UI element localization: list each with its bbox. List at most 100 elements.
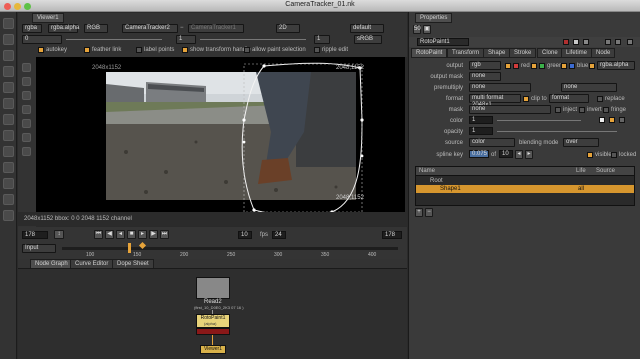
gain-slider[interactable]	[66, 39, 162, 40]
current-frame-field[interactable]: 178	[22, 231, 48, 239]
input-a-select[interactable]: CameraTracker2	[122, 24, 178, 33]
node-name-field[interactable]: RotoPaint1	[417, 38, 469, 46]
prev-key-button[interactable]: ◀	[105, 230, 114, 239]
output-select[interactable]: rgb	[469, 61, 501, 70]
dodge-tool-icon[interactable]	[3, 114, 14, 125]
clip-to-checkbox[interactable]	[523, 96, 529, 102]
tab-viewer1[interactable]: Viewer1	[32, 13, 64, 23]
tab-properties[interactable]: Properties	[415, 13, 453, 23]
blue-checkbox[interactable]	[561, 63, 567, 69]
last-frame-button[interactable]: ⏭	[160, 230, 169, 239]
blending-mode-select[interactable]: over	[563, 138, 599, 147]
remove-layer-button[interactable]: −	[425, 208, 433, 217]
output-mask-select[interactable]: none	[469, 72, 501, 81]
dodge-icon[interactable]	[22, 147, 31, 156]
locked-checkbox[interactable]	[611, 152, 617, 158]
red-checkbox[interactable]	[505, 63, 511, 69]
alpha-checkbox[interactable]	[589, 63, 595, 69]
inject-checkbox[interactable]	[555, 107, 561, 113]
alpha-channel-select[interactable]: rgba.alpha	[597, 61, 635, 70]
clone-tool-icon[interactable]	[3, 82, 14, 93]
sphere-tool-icon[interactable]	[3, 162, 14, 173]
autokey-checkbox[interactable]	[38, 47, 44, 53]
tab-clone[interactable]: Clone	[537, 48, 563, 58]
colorspace-select[interactable]: sRGB	[354, 35, 382, 44]
opacity-field[interactable]: 1	[469, 127, 493, 135]
select-tool-icon[interactable]	[3, 18, 14, 29]
pointer-icon[interactable]	[22, 63, 31, 72]
brush-icon[interactable]	[22, 91, 31, 100]
bars-tool-icon[interactable]	[3, 210, 14, 221]
pen-icon[interactable]	[22, 77, 31, 86]
blur-icon[interactable]	[22, 133, 31, 142]
timeline-zoom-button[interactable]: ↕	[54, 230, 64, 239]
tab-stroke[interactable]: Stroke	[509, 48, 537, 58]
visible-checkbox[interactable]	[587, 152, 593, 158]
bezier-tool-icon[interactable]	[3, 50, 14, 61]
playhead-marker[interactable]	[128, 243, 131, 253]
lut-select[interactable]: default	[350, 24, 384, 33]
tag-tool-icon[interactable]	[3, 178, 14, 189]
spline-key-field[interactable]: 0.075	[469, 150, 489, 158]
gamma-slider[interactable]	[200, 39, 306, 40]
end-frame-field[interactable]: 178	[382, 231, 402, 239]
color-picker-icon[interactable]	[609, 117, 615, 123]
node-swatch-2[interactable]	[573, 39, 579, 45]
tab-transform[interactable]: Transform	[447, 48, 485, 58]
format-select[interactable]: multi format 2048x1	[469, 94, 521, 108]
premultiply-right-select[interactable]: none	[561, 83, 617, 92]
stop-button[interactable]: ■	[127, 230, 136, 239]
brush-tool-icon[interactable]	[3, 66, 14, 77]
timeline-track[interactable]	[62, 247, 398, 250]
node-graph-canvas[interactable]: Read2 (first_10_D0E0_2K3 07 16 ) RotoPai…	[18, 268, 407, 359]
float-panel-icon[interactable]	[605, 39, 611, 45]
tree-row-root[interactable]: Root	[416, 177, 634, 185]
input-range-select[interactable]: Input	[22, 244, 56, 253]
drop-tool-icon[interactable]	[3, 146, 14, 157]
step-field[interactable]: 10	[238, 231, 252, 239]
view-mode-select[interactable]: 2D	[276, 24, 300, 33]
fringe-checkbox[interactable]	[603, 107, 609, 113]
ab-switch[interactable]: −	[180, 24, 184, 32]
play-forward-button[interactable]: ▸	[138, 230, 147, 239]
color-field[interactable]: 1	[469, 116, 493, 124]
prev-key-icon[interactable]: ◂	[515, 150, 523, 159]
feather-link-checkbox[interactable]	[84, 47, 90, 53]
replace-checkbox[interactable]	[597, 96, 603, 102]
next-key-icon[interactable]: ▸	[525, 150, 533, 159]
alpha-channel-select[interactable]: rgba.alpha	[48, 24, 79, 33]
fps-field[interactable]: 24	[272, 231, 286, 239]
opacity-slider[interactable]	[497, 131, 617, 132]
viewer-node[interactable]: Viewer1	[200, 345, 226, 354]
clip-to-select[interactable]: format	[549, 94, 589, 103]
color-wheel-icon[interactable]	[619, 117, 625, 123]
tab-lifetime[interactable]: Lifetime	[561, 48, 593, 58]
ripple-edit-checkbox[interactable]	[314, 47, 320, 53]
color-swatch[interactable]	[599, 117, 605, 123]
tab-shape[interactable]: Shape	[483, 48, 511, 58]
play-backward-button[interactable]: ◂	[116, 230, 125, 239]
premultiply-select[interactable]: none	[469, 83, 531, 92]
rgb-display-select[interactable]: RGB	[84, 24, 108, 33]
read-node-thumbnail[interactable]	[196, 277, 230, 299]
gain-field[interactable]: 0	[22, 35, 62, 44]
close-panel-icon[interactable]	[627, 39, 633, 45]
gamma-field[interactable]: 1	[176, 35, 196, 44]
clone-icon[interactable]	[22, 119, 31, 128]
blur-tool-icon[interactable]	[3, 98, 14, 109]
first-frame-button[interactable]: ⏮	[94, 230, 103, 239]
next-key-button[interactable]: ▶	[149, 230, 158, 239]
node-swatch-3[interactable]	[583, 39, 589, 45]
invert-checkbox[interactable]	[579, 107, 585, 113]
mask-select[interactable]: none	[469, 105, 551, 114]
tab-rotopaint[interactable]: RotoPaint	[411, 48, 448, 58]
node-color-swatch[interactable]	[563, 39, 569, 45]
tab-node[interactable]: Node	[591, 48, 616, 58]
frame-field[interactable]: 1	[314, 35, 330, 44]
help-icon[interactable]	[615, 39, 621, 45]
allow-paint-selection-checkbox[interactable]	[244, 47, 250, 53]
tree-row-shape1[interactable]: Shape1 all	[416, 185, 634, 193]
spline-key-count-field[interactable]: 10	[499, 150, 513, 158]
color-slider[interactable]	[497, 120, 581, 121]
gear-tool-icon[interactable]	[3, 194, 14, 205]
